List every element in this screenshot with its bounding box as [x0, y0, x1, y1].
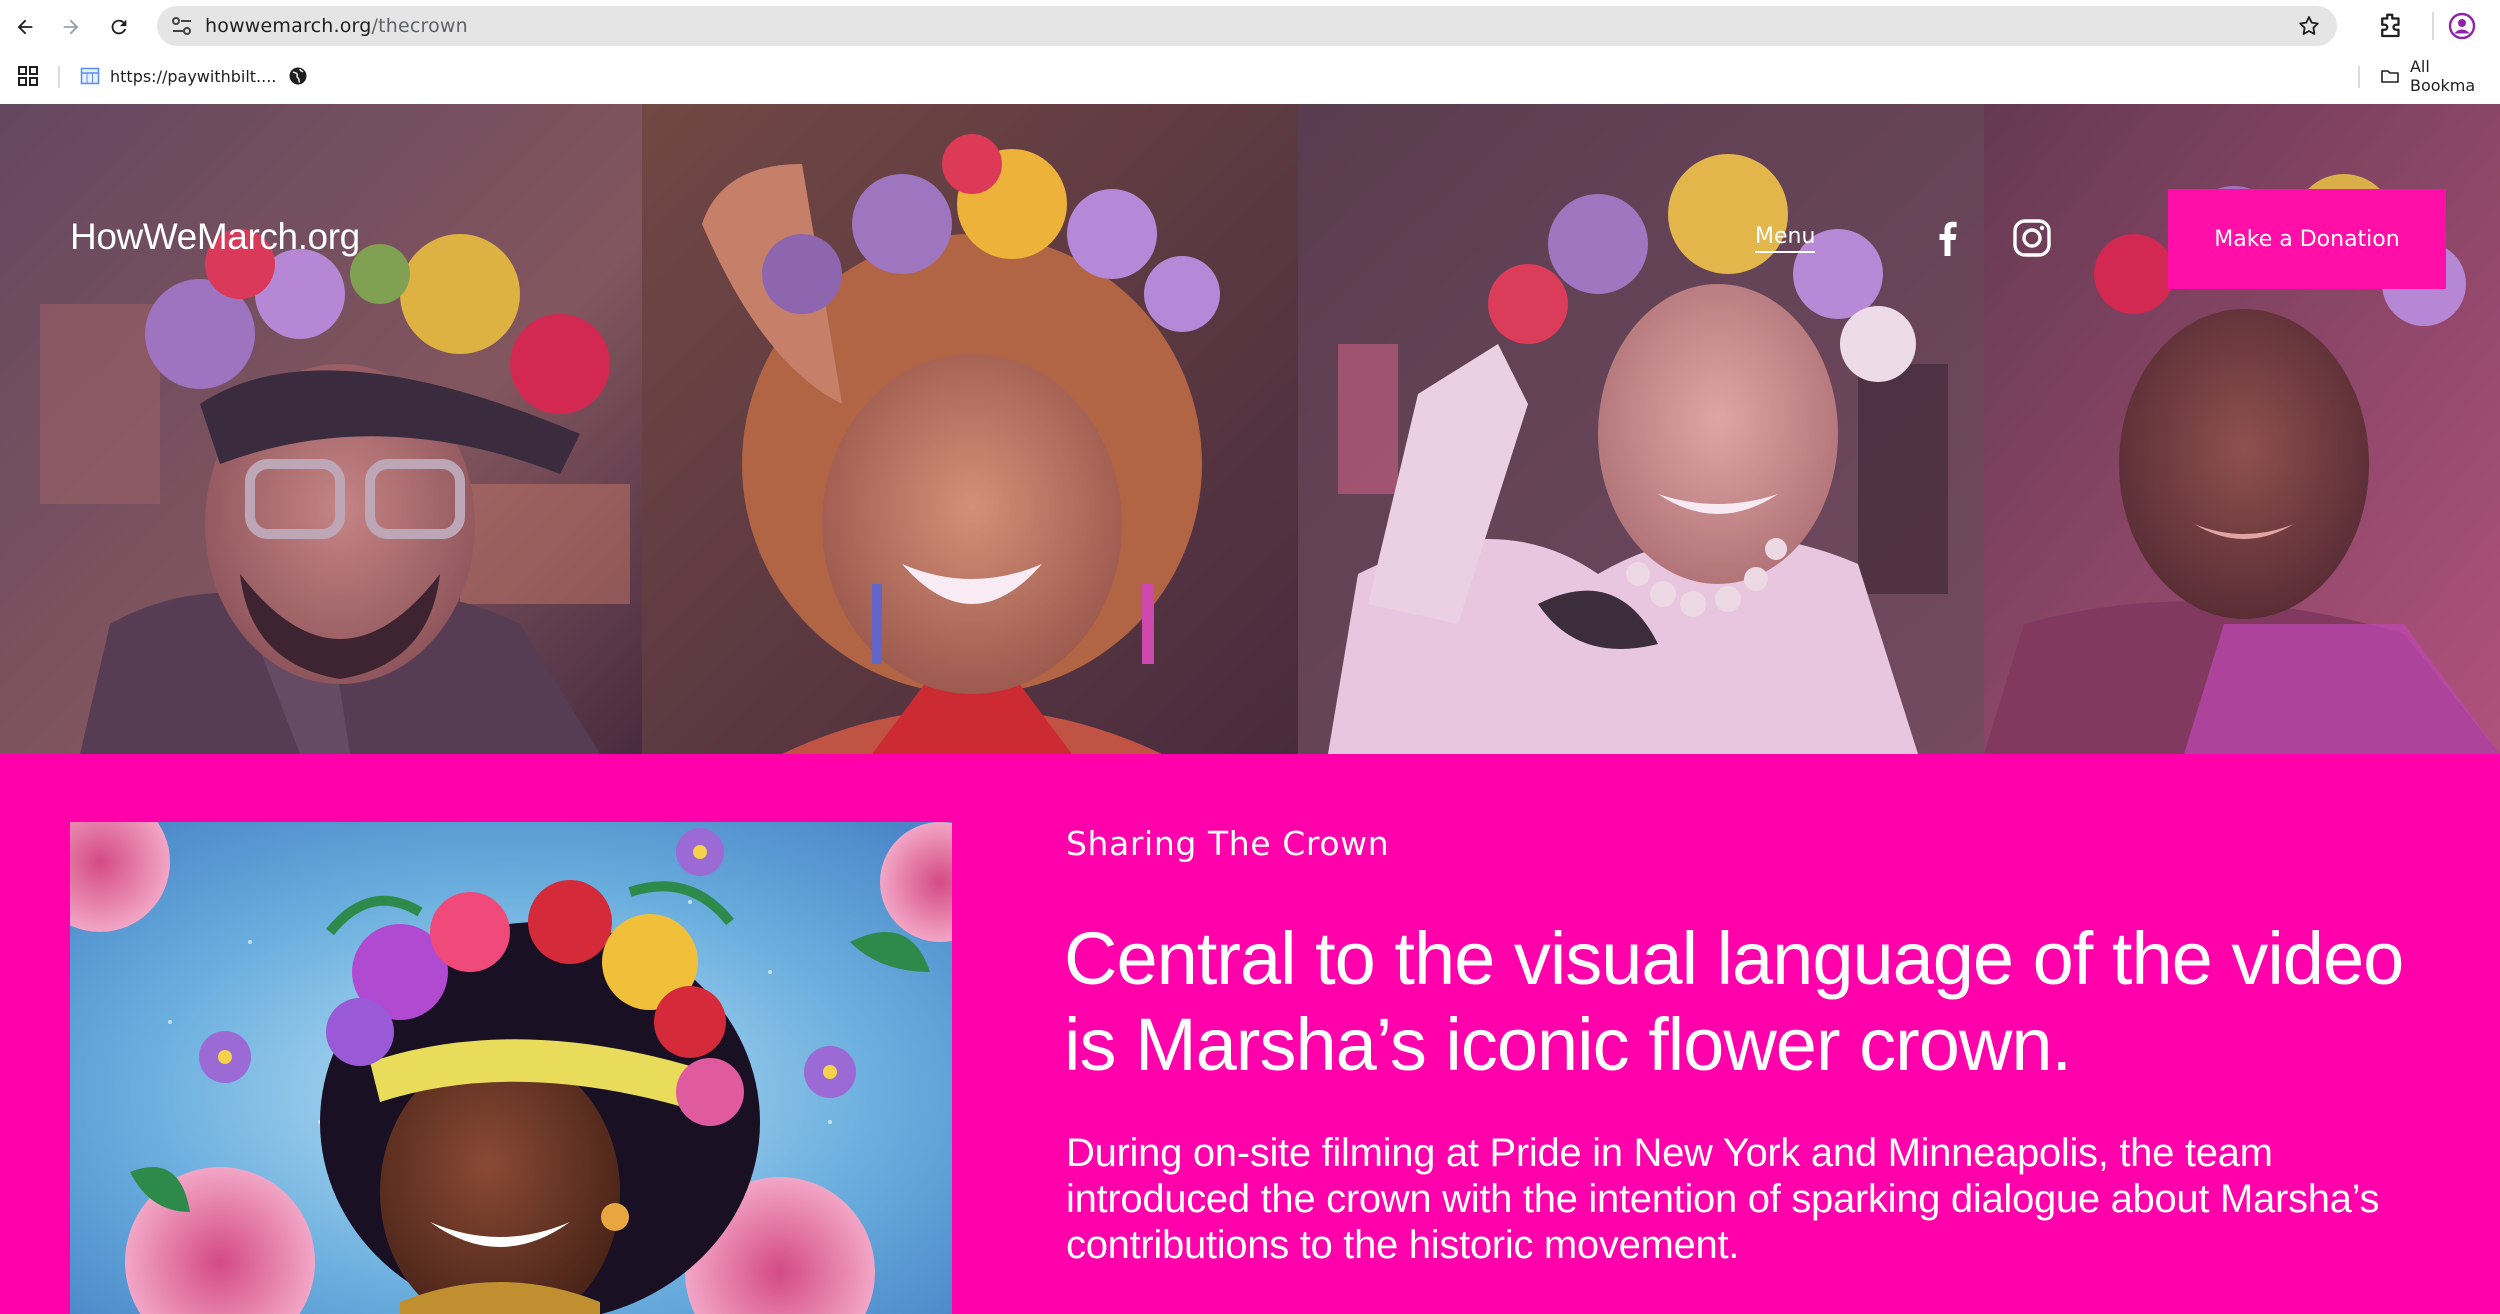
hero-photo-strip: HowWeMarch.org Menu Make a Donation	[0, 104, 2500, 754]
globe-icon	[289, 67, 307, 85]
hero-photo-1	[0, 104, 642, 754]
address-bar[interactable]: howwemarch.org/thecrown	[157, 6, 2337, 46]
all-bookmarks-label: All Bookma	[2409, 57, 2476, 95]
arrow-left-icon	[17, 19, 33, 35]
menu-link[interactable]: Menu	[1755, 224, 1816, 253]
marsha-illustration	[70, 822, 952, 1314]
section-body: During on-site filming at Pride in New Y…	[1066, 1131, 2380, 1267]
extensions-icon[interactable]	[2376, 11, 2406, 41]
arrow-right-icon	[63, 19, 79, 35]
bookmark-globe[interactable]	[288, 62, 308, 90]
url-domain: howwemarch.org	[205, 15, 372, 37]
section-eyebrow: Sharing The Crown	[1066, 824, 1390, 863]
website: HowWeMarch.org Menu Make a Donation Shar…	[0, 104, 2500, 1314]
bookmarks-divider	[58, 66, 60, 88]
folder-icon	[2381, 70, 2399, 83]
forward-button[interactable]	[54, 10, 88, 44]
toolbar-divider	[2432, 12, 2434, 40]
reload-icon	[111, 19, 127, 35]
bookmarks-divider-right	[2358, 66, 2360, 88]
hero-photo-2	[642, 104, 1298, 754]
calendar-favicon-icon	[80, 67, 100, 85]
donate-button[interactable]: Make a Donation	[2168, 189, 2446, 289]
url-text: howwemarch.org/thecrown	[205, 15, 468, 37]
site-settings-icon	[172, 17, 191, 35]
apps-grid-icon[interactable]	[16, 64, 40, 88]
url-path: /thecrown	[371, 15, 468, 37]
all-bookmarks-folder[interactable]: All Bookma	[2380, 57, 2500, 95]
reload-button[interactable]	[102, 10, 136, 44]
hero-photo-3	[1298, 104, 1984, 754]
profile-avatar-icon[interactable]	[2448, 12, 2476, 40]
section-headline: Central to the visual language of the vi…	[1064, 917, 2404, 1086]
browser-toolbar: howwemarch.org/thecrown	[0, 0, 2500, 54]
bookmark-label: https://paywithbilt....	[110, 66, 277, 86]
back-button[interactable]	[8, 10, 42, 44]
site-logo[interactable]: HowWeMarch.org	[70, 216, 360, 258]
facebook-icon[interactable]	[1926, 216, 1970, 260]
bookmarks-bar: https://paywithbilt.... All Bookma	[0, 57, 2500, 95]
sharing-the-crown-section: Sharing The Crown Central to the visual …	[0, 754, 2500, 1314]
bookmark-paywithbilt[interactable]: https://paywithbilt....	[80, 62, 276, 90]
bookmark-star-icon[interactable]	[2297, 14, 2321, 38]
instagram-icon[interactable]	[2010, 216, 2054, 260]
browser-chrome: howwemarch.org/thecrown https://paywithb…	[0, 0, 2500, 104]
